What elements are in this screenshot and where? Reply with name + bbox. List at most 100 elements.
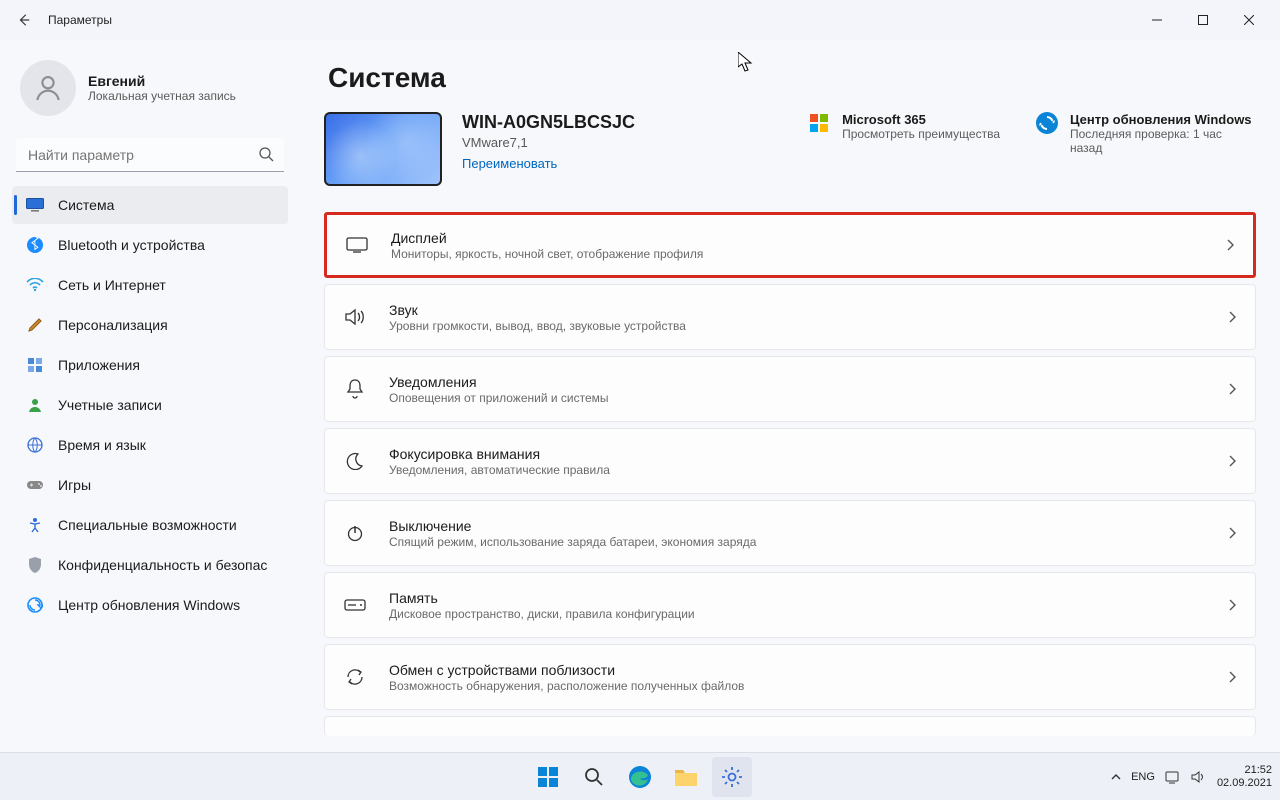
row-title: Память (389, 590, 1207, 606)
arrow-left-icon (17, 13, 31, 27)
row-focus-assist[interactable]: Фокусировка вниманияУведомления, автомат… (324, 428, 1256, 494)
nav-label: Bluetooth и устройства (58, 237, 205, 253)
nav-item-accessibility[interactable]: Специальные возможности (12, 506, 288, 544)
tray-chevron-up-icon[interactable] (1111, 773, 1121, 781)
search-input[interactable] (16, 138, 284, 172)
settings-list: ДисплейМониторы, яркость, ночной свет, о… (324, 212, 1256, 736)
tray-clock[interactable]: 21:52 02.09.2021 (1217, 764, 1272, 789)
tray-language[interactable]: ENG (1131, 771, 1155, 783)
nav-label: Сеть и Интернет (58, 277, 166, 293)
gear-icon (721, 766, 743, 788)
minimize-icon (1152, 15, 1162, 25)
nav-label: Специальные возможности (58, 517, 237, 533)
row-sub: Спящий режим, использование заряда батар… (389, 535, 1207, 549)
tray-network-icon[interactable] (1165, 770, 1181, 784)
chevron-right-icon (1229, 383, 1237, 395)
row-title: Выключение (389, 518, 1207, 534)
main-content: Система WIN-A0GN5LBCSJC VMware7,1 Переим… (300, 40, 1280, 752)
nav-item-network[interactable]: Сеть и Интернет (12, 266, 288, 304)
nav-item-privacy[interactable]: Конфиденциальность и безопас (12, 546, 288, 584)
titlebar: Параметры (0, 0, 1280, 40)
share-icon (343, 668, 367, 686)
gamepad-icon (26, 476, 44, 494)
tile-windows-update[interactable]: Центр обновления Windows Последняя прове… (1036, 112, 1256, 155)
row-sub: Дисковое пространство, диски, правила ко… (389, 607, 1207, 621)
nav-label: Время и язык (58, 437, 146, 453)
row-power[interactable]: ВыключениеСпящий режим, использование за… (324, 500, 1256, 566)
maximize-button[interactable] (1180, 4, 1226, 36)
row-title: Звук (389, 302, 1207, 318)
row-display[interactable]: ДисплейМониторы, яркость, ночной свет, о… (324, 212, 1256, 278)
rename-link[interactable]: Переименовать (462, 156, 557, 171)
nav-item-accounts[interactable]: Учетные записи (12, 386, 288, 424)
nav-label: Игры (58, 477, 91, 493)
power-icon (343, 524, 367, 542)
bluetooth-icon (26, 236, 44, 254)
tile-title: Центр обновления Windows (1070, 112, 1256, 127)
tray-date: 02.09.2021 (1217, 777, 1272, 790)
folder-icon (674, 767, 698, 787)
taskbar-search-button[interactable] (574, 757, 614, 797)
chevron-right-icon (1229, 455, 1237, 467)
nav-item-personalization[interactable]: Персонализация (12, 306, 288, 344)
tile-sub: Последняя проверка: 1 час назад (1070, 127, 1256, 155)
device-name: WIN-A0GN5LBCSJC (462, 112, 635, 133)
storage-icon (343, 599, 367, 611)
nav-item-time-language[interactable]: Время и язык (12, 426, 288, 464)
row-partial[interactable] (324, 716, 1256, 736)
nav-list: Система Bluetooth и устройства Сеть и Ин… (12, 186, 288, 624)
monitor-icon (26, 196, 44, 214)
nav-item-gaming[interactable]: Игры (12, 466, 288, 504)
apps-icon (26, 356, 44, 374)
windows-icon (537, 766, 559, 788)
brush-icon (26, 316, 44, 334)
chevron-right-icon (1229, 671, 1237, 683)
row-sound[interactable]: ЗвукУровни громкости, вывод, ввод, звуко… (324, 284, 1256, 350)
row-sub: Мониторы, яркость, ночной свет, отображе… (391, 247, 1205, 261)
tile-title: Microsoft 365 (842, 112, 1000, 127)
page-title: Система (328, 62, 1256, 94)
edge-icon (628, 765, 652, 789)
taskbar-settings[interactable] (712, 757, 752, 797)
row-storage[interactable]: ПамятьДисковое пространство, диски, прав… (324, 572, 1256, 638)
tile-microsoft-365[interactable]: Microsoft 365 Просмотреть преимущества (808, 112, 1000, 141)
tray-time: 21:52 (1217, 764, 1272, 777)
window-title: Параметры (48, 13, 112, 27)
nav-label: Центр обновления Windows (58, 597, 240, 613)
row-sub: Уведомления, автоматические правила (389, 463, 1207, 477)
accessibility-icon (26, 516, 44, 534)
maximize-icon (1198, 15, 1208, 25)
close-button[interactable] (1226, 4, 1272, 36)
nav-item-windows-update[interactable]: Центр обновления Windows (12, 586, 288, 624)
search-icon (584, 767, 604, 787)
taskbar: ENG 21:52 02.09.2021 (0, 752, 1280, 800)
row-title: Обмен с устройствами поблизости (389, 662, 1207, 678)
chevron-right-icon (1227, 239, 1235, 251)
row-nearby-share[interactable]: Обмен с устройствами поблизостиВозможнос… (324, 644, 1256, 710)
minimize-button[interactable] (1134, 4, 1180, 36)
row-title: Фокусировка внимания (389, 446, 1207, 462)
taskbar-edge[interactable] (620, 757, 660, 797)
start-button[interactable] (528, 757, 568, 797)
avatar (20, 60, 76, 116)
user-name: Евгений (88, 73, 236, 89)
user-account[interactable]: Евгений Локальная учетная запись (12, 56, 288, 132)
nav-item-system[interactable]: Система (12, 186, 288, 224)
chevron-right-icon (1229, 311, 1237, 323)
tile-sub: Просмотреть преимущества (842, 127, 1000, 141)
nav-label: Система (58, 197, 114, 213)
user-subtitle: Локальная учетная запись (88, 89, 236, 103)
back-button[interactable] (8, 4, 40, 36)
nav-item-bluetooth[interactable]: Bluetooth и устройства (12, 226, 288, 264)
display-icon (345, 237, 369, 253)
row-sub: Оповещения от приложений и системы (389, 391, 1207, 405)
device-thumbnail (324, 112, 442, 186)
row-sub: Возможность обнаружения, расположение по… (389, 679, 1207, 693)
update-circle-icon (1036, 112, 1058, 134)
row-notifications[interactable]: УведомленияОповещения от приложений и си… (324, 356, 1256, 422)
nav-item-apps[interactable]: Приложения (12, 346, 288, 384)
tray-volume-icon[interactable] (1191, 770, 1207, 784)
device-model: VMware7,1 (462, 135, 635, 150)
taskbar-explorer[interactable] (666, 757, 706, 797)
row-title: Уведомления (389, 374, 1207, 390)
